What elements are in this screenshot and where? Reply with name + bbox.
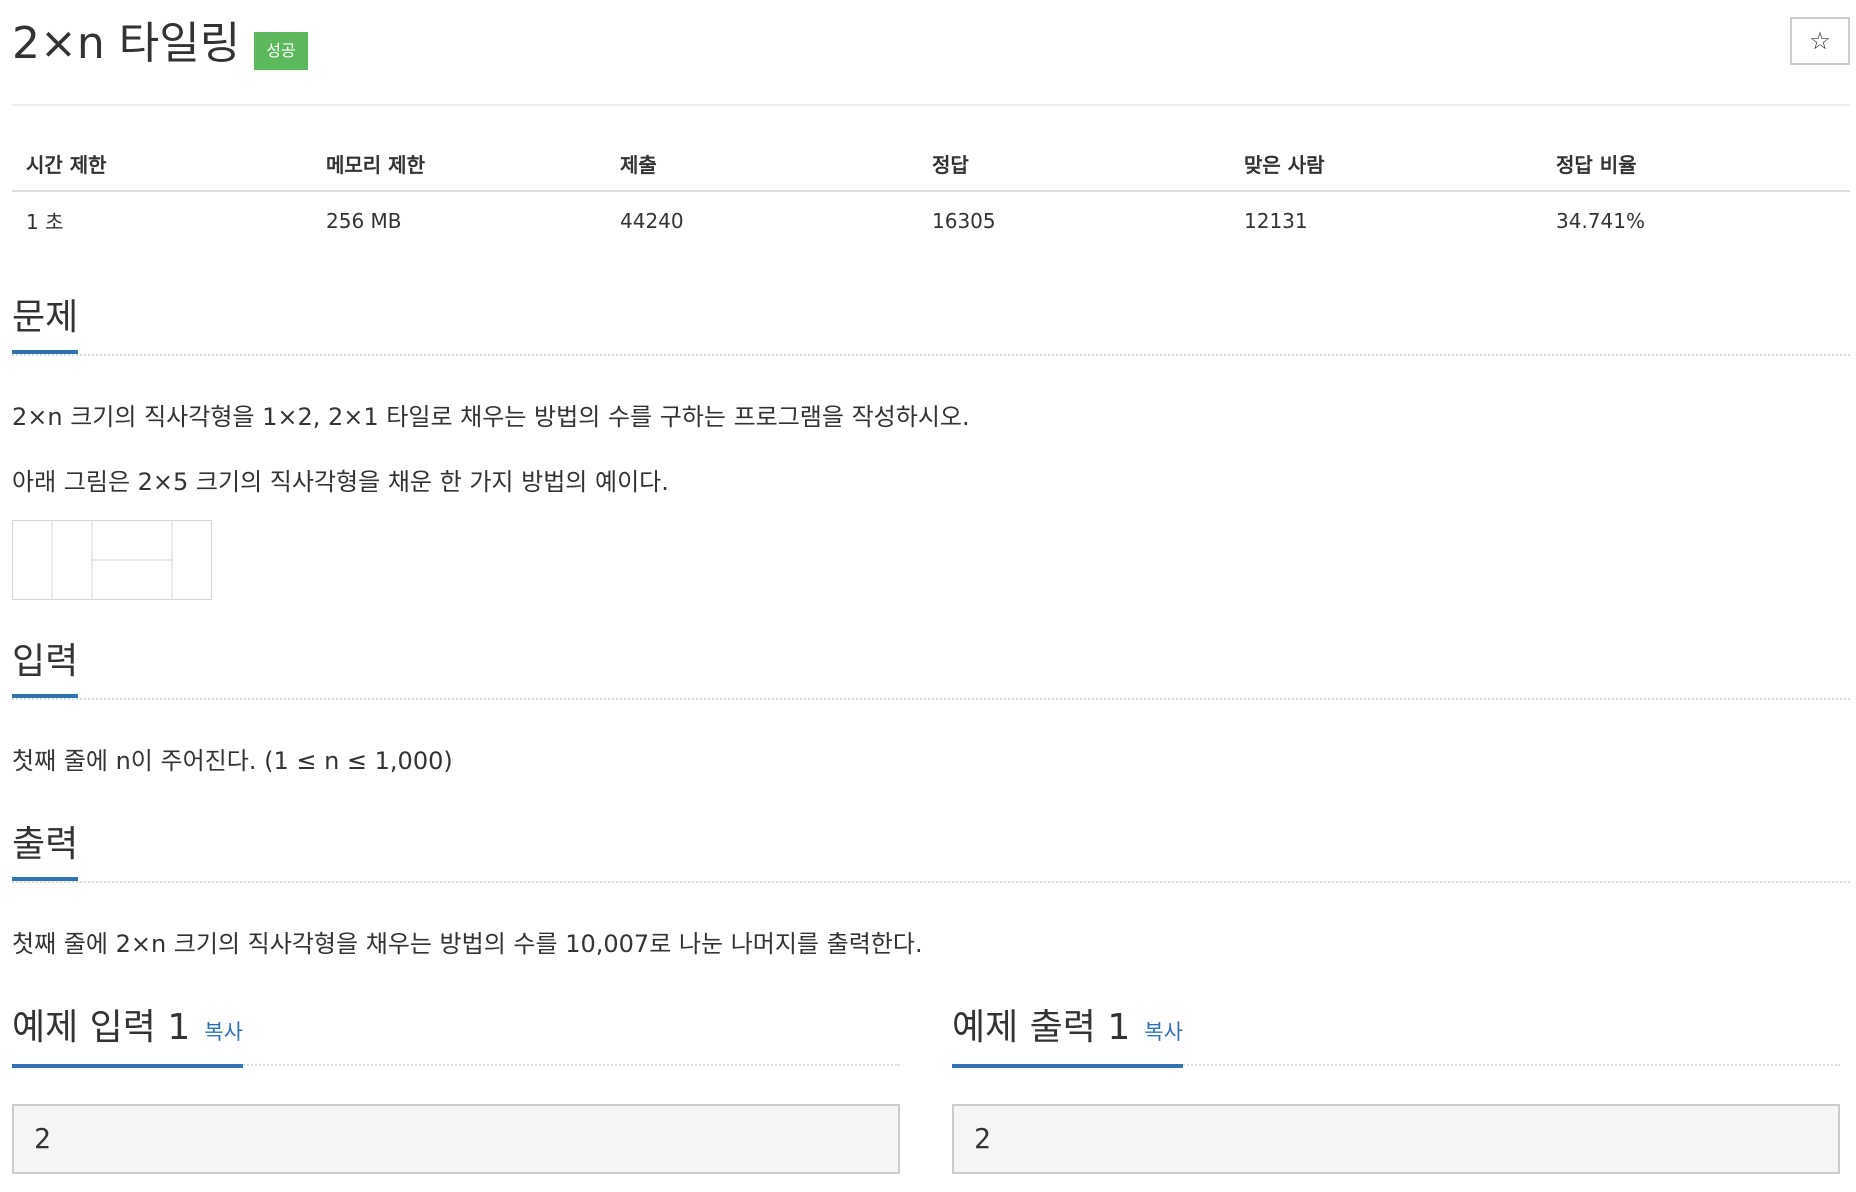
- sample-output-section: 예제 출력 1 복사 2: [952, 1002, 1840, 1174]
- info-submissions: 44240: [620, 208, 684, 233]
- info-header-memory-limit: 메모리 제한: [312, 140, 606, 192]
- sample-output-headline: 예제 출력 1 복사: [952, 1002, 1840, 1068]
- sample-input-copy-button[interactable]: 복사: [204, 1020, 243, 1044]
- info-header-accepted: 정답: [918, 140, 1230, 192]
- info-solved-users: 12131: [1244, 208, 1308, 233]
- sample-output-copy-button[interactable]: 복사: [1144, 1020, 1183, 1044]
- problem-paragraph-2: 아래 그림은 2×5 크기의 직사각형을 채운 한 가지 방법의 예이다.: [12, 468, 669, 496]
- sample-output-heading: 예제 출력 1 복사: [952, 1002, 1183, 1068]
- problem-header: 2×n 타일링 성공 ☆: [12, 14, 1850, 106]
- info-accept-ratio: 34.741%: [1556, 208, 1645, 233]
- info-time-limit: 1 초: [26, 210, 64, 234]
- info-accepted: 16305: [932, 208, 996, 233]
- info-header-submissions: 제출: [606, 140, 918, 192]
- info-header-time-limit: 시간 제한: [12, 140, 312, 192]
- info-header-accept-ratio: 정답 비율: [1542, 140, 1850, 192]
- sample-input-box[interactable]: 2: [12, 1104, 900, 1174]
- tiling-example-figure: [12, 520, 212, 600]
- output-section: 출력: [12, 819, 1850, 883]
- problem-description-heading: 문제: [12, 292, 79, 354]
- problem-description-headline: 문제: [12, 292, 1850, 356]
- sample-input-title: 예제 입력 1: [12, 1007, 191, 1048]
- output-text: 첫째 줄에 2×n 크기의 직사각형을 채우는 방법의 수를 10,007로 나…: [12, 930, 923, 958]
- status-badge: 성공: [254, 32, 308, 70]
- problem-description-section: 문제: [12, 292, 1850, 356]
- favorite-button[interactable]: ☆: [1790, 17, 1850, 65]
- info-memory-limit: 256 MB: [326, 208, 402, 233]
- output-headline: 출력: [12, 819, 1850, 883]
- problem-info-table: 시간 제한 메모리 제한 제출 정답 맞은 사람 정답 비율 1 초 256 M…: [12, 140, 1850, 249]
- info-header-solved-users: 맞은 사람: [1230, 140, 1542, 192]
- title-wrap: 2×n 타일링 성공: [12, 14, 308, 74]
- sample-input-section: 예제 입력 1 복사 2: [12, 1002, 900, 1174]
- sample-input-headline: 예제 입력 1 복사: [12, 1002, 900, 1068]
- problem-paragraph-1: 2×n 크기의 직사각형을 1×2, 2×1 타일로 채우는 방법의 수를 구하…: [12, 403, 970, 431]
- input-heading: 입력: [12, 636, 79, 698]
- sample-output-title: 예제 출력 1: [952, 1007, 1131, 1048]
- problem-page: 2×n 타일링 성공 ☆ 시간 제한 메모리 제한 제출 정답 맞은 사람 정답…: [0, 0, 1856, 1192]
- output-heading: 출력: [12, 819, 79, 881]
- sample-output-box[interactable]: 2: [952, 1104, 1840, 1174]
- input-text: 첫째 줄에 n이 주어진다. (1 ≤ n ≤ 1,000): [12, 747, 453, 775]
- info-header-row: 시간 제한 메모리 제한 제출 정답 맞은 사람 정답 비율: [12, 140, 1850, 192]
- sample-input-heading: 예제 입력 1 복사: [12, 1002, 243, 1068]
- input-headline: 입력: [12, 636, 1850, 700]
- input-section: 입력: [12, 636, 1850, 700]
- star-icon: ☆: [1809, 27, 1831, 55]
- info-value-row: 1 초 256 MB 44240 16305 12131 34.741%: [12, 191, 1850, 249]
- problem-title: 2×n 타일링: [12, 18, 241, 69]
